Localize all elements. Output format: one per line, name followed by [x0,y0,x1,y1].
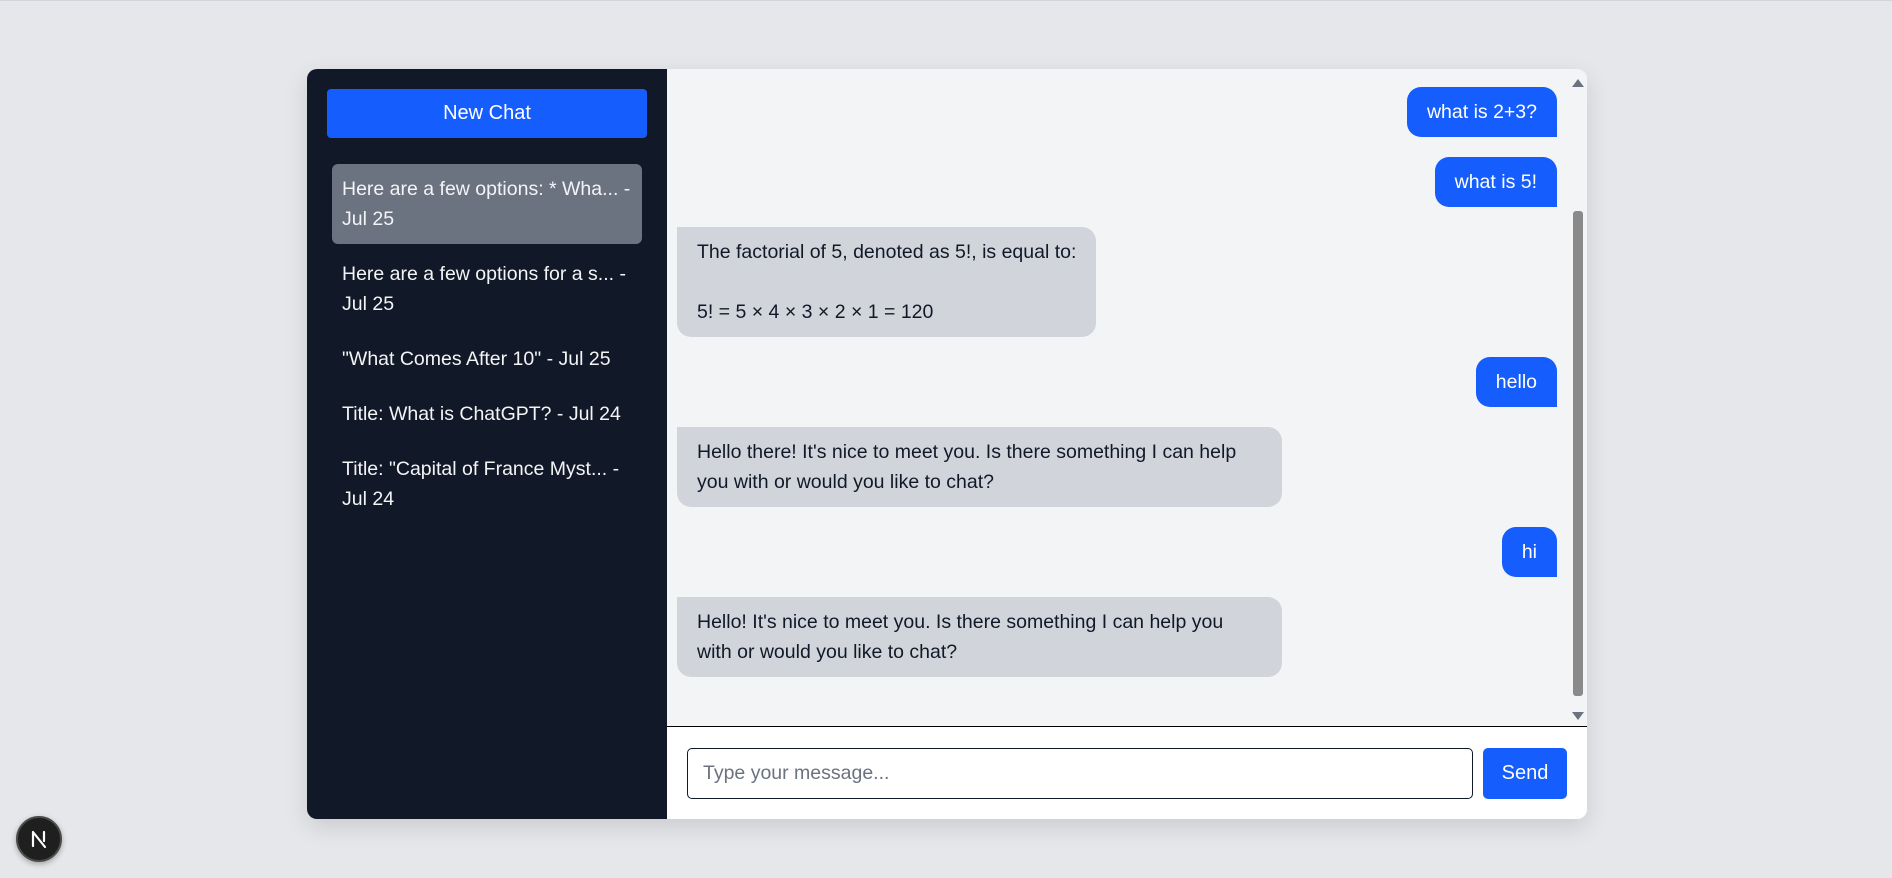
send-button[interactable]: Send [1483,747,1567,799]
assistant-message-bubble: Hello! It's nice to meet you. Is there s… [677,597,1282,677]
message-list[interactable]: what is 2+3? what is 5! The factorial of… [667,69,1587,726]
scroll-thumb[interactable] [1573,211,1583,696]
scroll-down-arrow-icon[interactable] [1572,712,1584,720]
scroll-up-arrow-icon[interactable] [1572,79,1584,87]
new-chat-button[interactable]: New Chat [327,89,647,138]
page: New Chat Here are a few options: * Wha..… [0,0,1892,878]
user-message-bubble: what is 5! [1434,157,1557,207]
conversation-item[interactable]: Title: "Capital of France Myst... - Jul … [332,444,642,524]
conversation-item[interactable]: Here are a few options for a s... - Jul … [332,249,642,329]
message-composer: Send [667,726,1587,819]
message-row-user: what is 2+3? [677,87,1557,137]
sidebar: New Chat Here are a few options: * Wha..… [307,69,667,819]
conversation-item[interactable]: Here are a few options: * Wha... - Jul 2… [332,164,642,244]
message-scrollbar[interactable] [1569,69,1587,726]
message-row-user: hello [677,357,1557,407]
user-message-bubble: hello [1475,357,1557,407]
user-message-bubble: what is 2+3? [1406,87,1557,137]
assistant-message-bubble: Hello there! It's nice to meet you. Is t… [677,427,1282,507]
nextjs-n-glyph-icon [31,830,47,849]
chat-app: New Chat Here are a few options: * Wha..… [307,69,1587,819]
conversation-list: Here are a few options: * Wha... - Jul 2… [327,164,647,524]
message-input[interactable] [687,747,1473,799]
message-row-assistant: Hello! It's nice to meet you. Is there s… [677,597,1557,677]
message-row-assistant: Hello there! It's nice to meet you. Is t… [677,427,1557,507]
chat-main: what is 2+3? what is 5! The factorial of… [667,69,1587,819]
message-row-user: what is 5! [677,157,1557,207]
message-row-user: hi [677,527,1557,577]
conversation-item[interactable]: "What Comes After 10" - Jul 25 [332,334,642,384]
conversation-item[interactable]: Title: What is ChatGPT? - Jul 24 [332,389,642,439]
nextjs-logo-icon[interactable] [16,816,62,862]
message-row-assistant: The factorial of 5, denoted as 5!, is eq… [677,227,1557,337]
user-message-bubble: hi [1501,527,1557,577]
assistant-message-bubble: The factorial of 5, denoted as 5!, is eq… [677,227,1097,337]
